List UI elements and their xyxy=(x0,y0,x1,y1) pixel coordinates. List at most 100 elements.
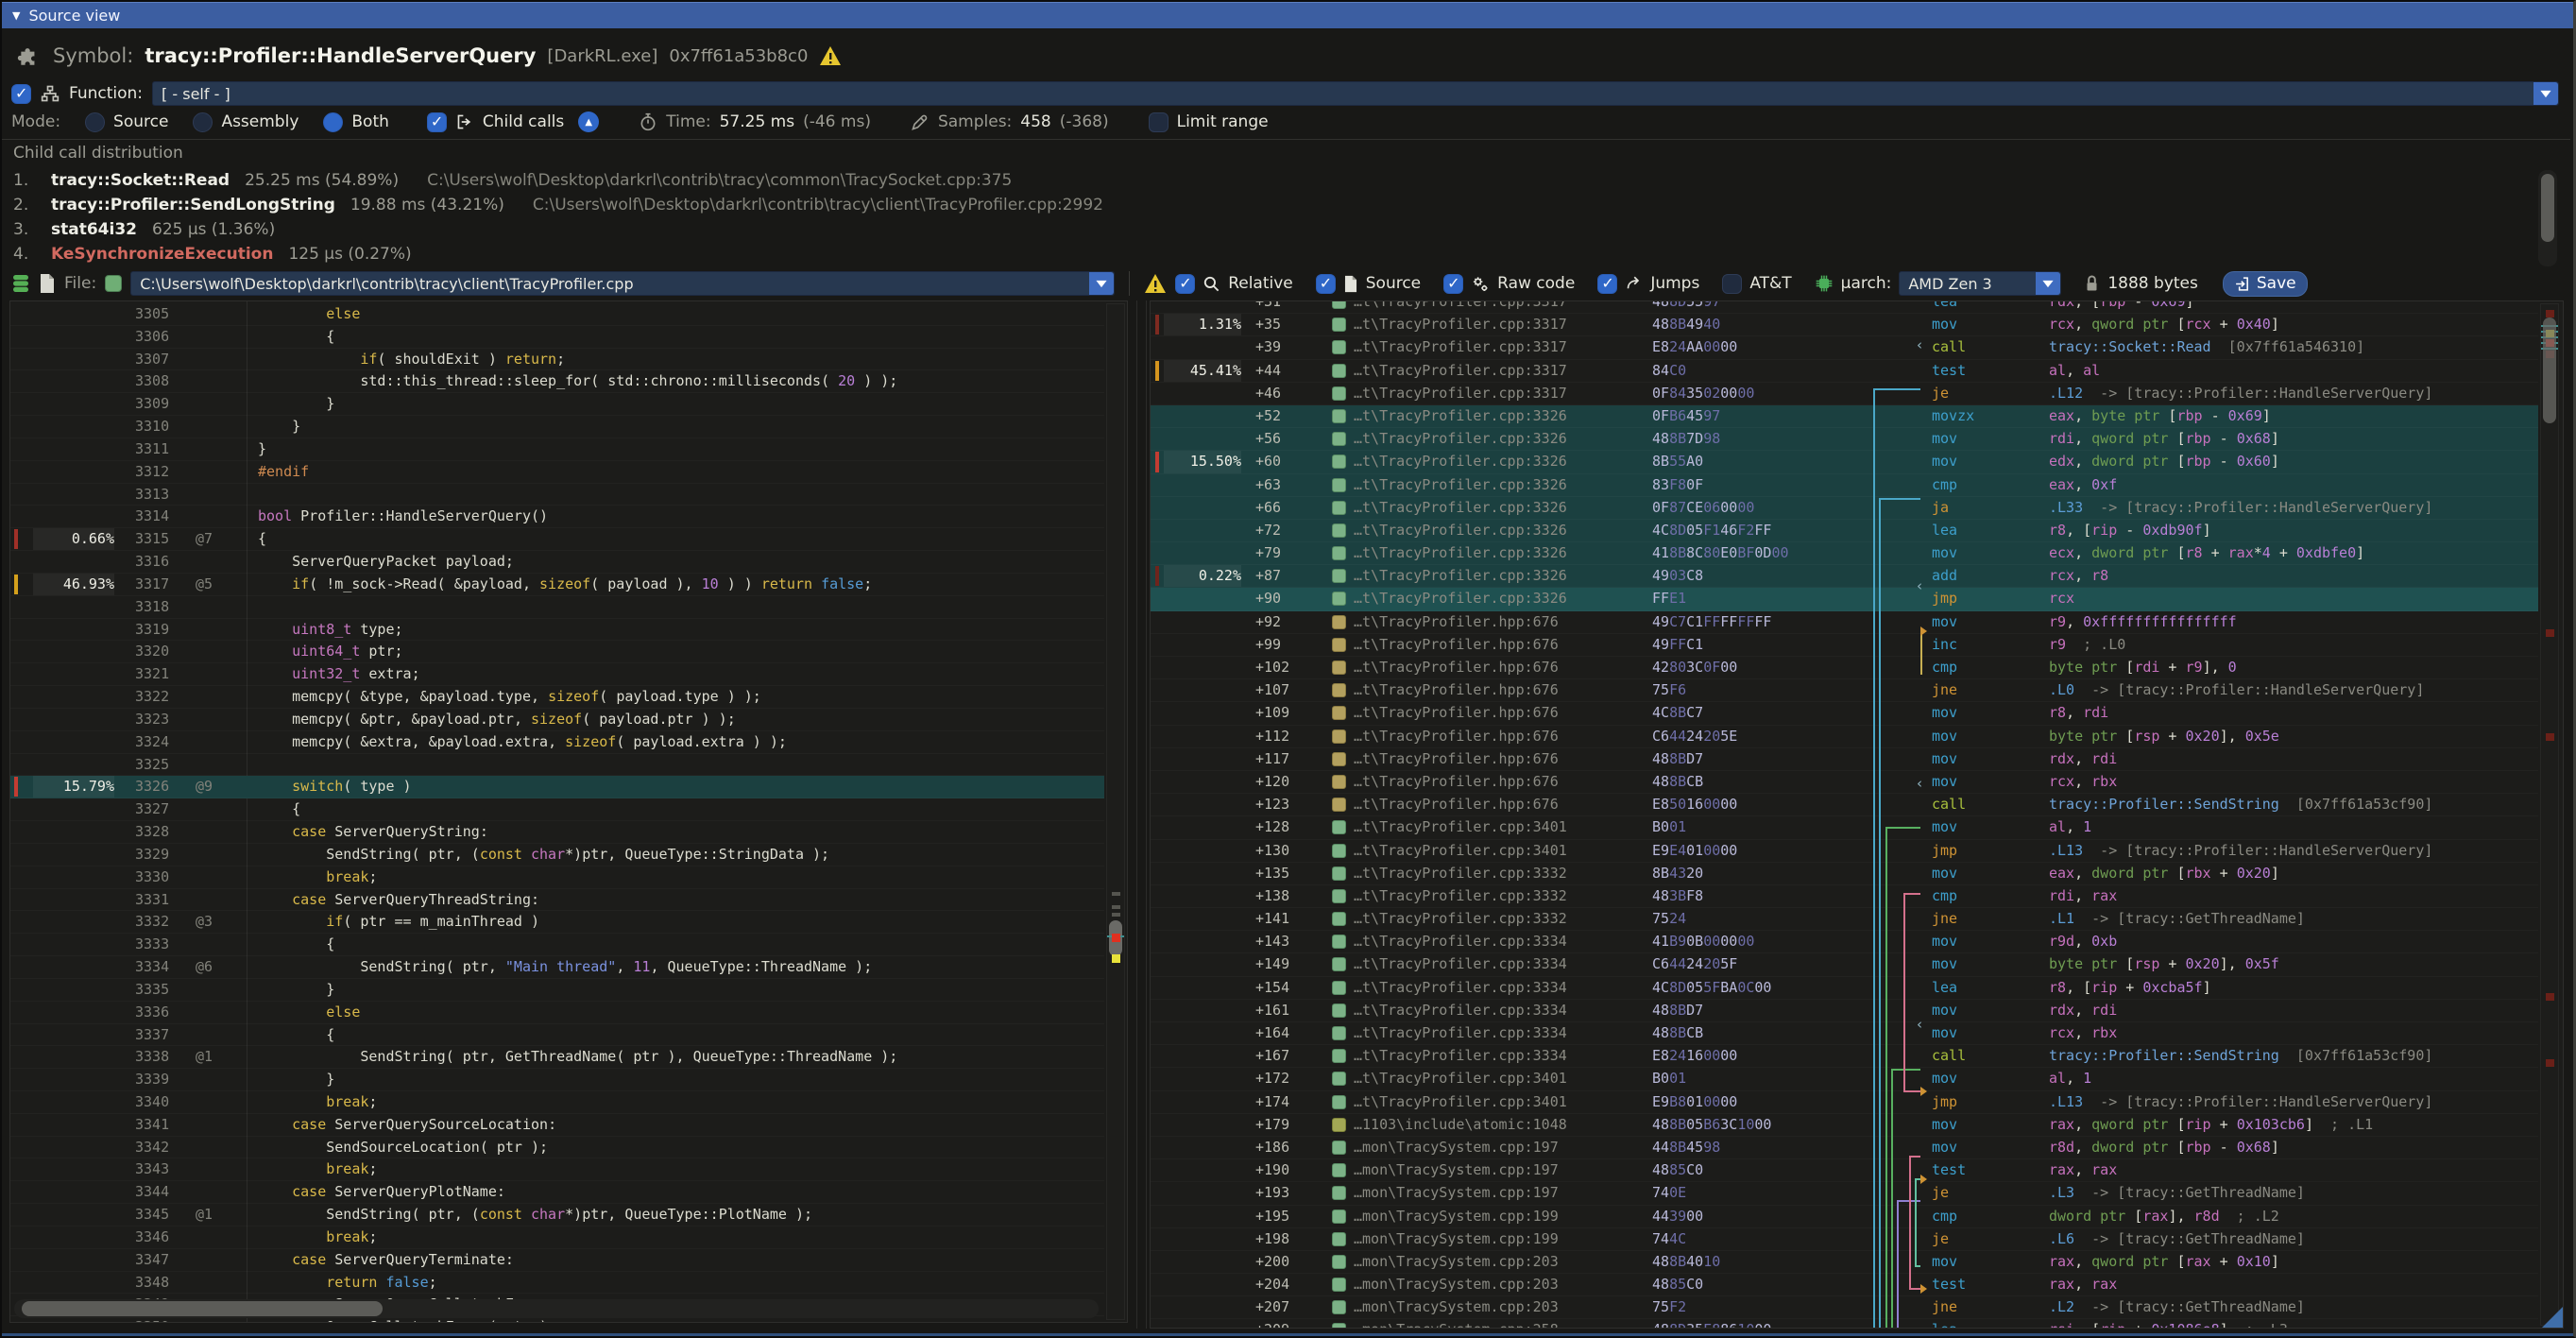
asm-row[interactable]: 15.50%+60…t\TracyProfiler.cpp:33268B55A0… xyxy=(1151,451,2538,473)
asm-row[interactable]: +174…t\TracyProfiler.cpp:3401E9B8010000j… xyxy=(1151,1091,2538,1114)
source-line-row[interactable]: 3343 break; xyxy=(10,1158,1104,1181)
asm-row[interactable]: +90…t\TracyProfiler.cpp:3326FFE1jmprcx xyxy=(1151,588,2538,610)
child-call-item[interactable]: 1.tracy::Socket::Read25.25 ms (54.89%)C:… xyxy=(13,168,2535,193)
child-calls-toggle[interactable]: Child calls ▲ xyxy=(427,112,599,132)
radio-icon[interactable] xyxy=(323,112,343,132)
jumps-toggle[interactable]: Jumps xyxy=(1597,274,1699,294)
source-line-row[interactable]: 3339 } xyxy=(10,1069,1104,1091)
splitter[interactable] xyxy=(1136,300,1137,1329)
source-hscrollbar[interactable] xyxy=(14,1299,1099,1318)
source-line-row[interactable]: 3344 case ServerQueryPlotName: xyxy=(10,1181,1104,1204)
chevron-down-icon[interactable] xyxy=(2036,272,2060,295)
source-line-row[interactable]: 3323 memcpy( &ptr, &payload.ptr, sizeof(… xyxy=(10,709,1104,731)
asm-row[interactable]: +167…t\TracyProfiler.cpp:3334E824160000c… xyxy=(1151,1045,2538,1068)
source-line-row[interactable]: 3347 case ServerQueryTerminate: xyxy=(10,1249,1104,1272)
asm-row[interactable]: +112…t\TracyProfiler.hpp:676C64424205Emo… xyxy=(1151,726,2538,748)
asm-row[interactable]: +204…mon\TracySystem.cpp:2034885C0testra… xyxy=(1151,1274,2538,1296)
collapse-caret-icon[interactable]: ▼ xyxy=(12,9,20,22)
radio-icon[interactable] xyxy=(85,112,105,132)
asm-row[interactable]: +161…t\TracyProfiler.cpp:3334488BD7movrd… xyxy=(1151,1000,2538,1022)
source-line-row[interactable]: 3334@6 SendString( ptr, "Main thread", 1… xyxy=(10,956,1104,979)
uarch-select[interactable]: AMD Zen 3 xyxy=(1899,271,2061,296)
warning-icon[interactable] xyxy=(1144,273,1167,294)
function-checkbox[interactable] xyxy=(11,84,31,104)
asm-row[interactable]: 0.22%+87…t\TracyProfiler.cpp:33264903C8a… xyxy=(1151,565,2538,588)
asm-row[interactable]: +190…mon\TracySystem.cpp:1974885C0testra… xyxy=(1151,1159,2538,1182)
scroll-thumb[interactable] xyxy=(2543,317,2556,423)
source-line-row[interactable]: 3331 case ServerQueryThreadString: xyxy=(10,889,1104,912)
source-line-row[interactable]: 3322 memcpy( &type, &payload.type, sizeo… xyxy=(10,686,1104,709)
asm-row[interactable]: 45.41%+44…t\TracyProfiler.cpp:331784C0te… xyxy=(1151,360,2538,383)
warning-icon[interactable] xyxy=(819,45,842,66)
asm-row[interactable]: +46…t\TracyProfiler.cpp:33170F8435020000… xyxy=(1151,383,2538,405)
source-line-row[interactable]: 3346 break; xyxy=(10,1226,1104,1249)
scroll-thumb[interactable] xyxy=(22,1301,383,1316)
source-line-row[interactable]: 3310 } xyxy=(10,416,1104,438)
child-call-item[interactable]: 3.stat64i32625 µs (1.36%) xyxy=(13,217,2535,242)
source-line-row[interactable]: 3328 case ServerQueryString: xyxy=(10,821,1104,844)
source-line-row[interactable]: 3314bool Profiler::HandleServerQuery() xyxy=(10,506,1104,528)
asm-row[interactable]: +130…t\TracyProfiler.cpp:3401E9E4010000j… xyxy=(1151,840,2538,863)
asm-row[interactable]: +207…mon\TracySystem.cpp:20375F2jne.L2 -… xyxy=(1151,1296,2538,1319)
asm-row[interactable]: +79…t\TracyProfiler.cpp:3326418B8C80E0BF… xyxy=(1151,542,2538,565)
source-line-row[interactable]: 3333 { xyxy=(10,934,1104,956)
asm-row[interactable]: +102…t\TracyProfiler.hpp:67642803C0F00cm… xyxy=(1151,657,2538,679)
asm-row[interactable]: +143…t\TracyProfiler.cpp:333441B90B00000… xyxy=(1151,931,2538,953)
asm-row[interactable]: +154…t\TracyProfiler.cpp:33344C8D055FBA0… xyxy=(1151,977,2538,1000)
source-line-row[interactable]: 3329 SendString( ptr, (const char*)ptr, … xyxy=(10,844,1104,866)
asm-row[interactable]: +172…t\TracyProfiler.cpp:3401B001moval, … xyxy=(1151,1068,2538,1090)
asm-row[interactable]: +186…mon\TracySystem.cpp:197448B4598movr… xyxy=(1151,1137,2538,1159)
asm-row[interactable]: +72…t\TracyProfiler.cpp:33264C8D05F146F2… xyxy=(1151,520,2538,542)
asm-row[interactable]: +99…t\TracyProfiler.hpp:67649FFC1incr9 ;… xyxy=(1151,634,2538,657)
source-line-row[interactable]: 3327 { xyxy=(10,798,1104,821)
titlebar[interactable]: ▼ Source view xyxy=(2,2,2573,28)
mode-radio-assembly[interactable]: Assembly xyxy=(193,112,299,132)
assembly-vscrollbar[interactable] xyxy=(2540,303,2559,1326)
asm-row[interactable]: +209…mon\TracySystem.cpp:258488D35E88610… xyxy=(1151,1319,2538,1329)
source-line-row[interactable]: 3324 memcpy( &extra, &payload.extra, siz… xyxy=(10,731,1104,754)
asm-row[interactable]: 1.31%+35…t\TracyProfiler.cpp:3317488B494… xyxy=(1151,314,2538,336)
asm-row[interactable]: +123…t\TracyProfiler.hpp:676E850160000ca… xyxy=(1151,794,2538,816)
asm-row[interactable]: +31…t\TracyProfiler.cpp:3317488D5597lear… xyxy=(1151,300,2538,314)
save-button[interactable]: Save xyxy=(2223,271,2308,297)
source-line-row[interactable]: 3335 } xyxy=(10,979,1104,1002)
collapse-up-button[interactable]: ▲ xyxy=(578,112,599,132)
asm-row[interactable]: +198…mon\TracySystem.cpp:199744Cje.L6 ->… xyxy=(1151,1228,2538,1251)
source-checkbox[interactable] xyxy=(1316,274,1336,294)
function-select[interactable]: [ - self - ] xyxy=(152,81,2559,106)
source-line-row[interactable]: 3313 xyxy=(10,484,1104,506)
source-line-row[interactable]: 3305 else xyxy=(10,303,1104,326)
child-calls-checkbox[interactable] xyxy=(427,112,447,132)
source-line-row[interactable]: 3330 break; xyxy=(10,866,1104,889)
source-line-row[interactable]: 3312#endif xyxy=(10,461,1104,484)
asm-row[interactable]: +117…t\TracyProfiler.hpp:676488BD7movrdx… xyxy=(1151,748,2538,771)
resize-grip[interactable] xyxy=(2542,1307,2563,1328)
source-line-row[interactable]: 3316 ServerQueryPacket payload; xyxy=(10,551,1104,574)
splitter[interactable] xyxy=(1146,300,1147,1329)
mode-radio-both[interactable]: Both xyxy=(323,112,389,132)
asm-row[interactable]: +66…t\TracyProfiler.cpp:33260F87CE060000… xyxy=(1151,497,2538,520)
source-line-row[interactable]: 3342 SendSourceLocation( ptr ); xyxy=(10,1137,1104,1159)
att-checkbox[interactable] xyxy=(1722,274,1742,294)
att-toggle[interactable]: AT&T xyxy=(1722,274,1791,294)
asm-row[interactable]: +120…t\TracyProfiler.hpp:676488BCBmovrcx… xyxy=(1151,771,2538,794)
asm-row[interactable]: +195…mon\TracySystem.cpp:199443900cmpdwo… xyxy=(1151,1206,2538,1228)
source-line-row[interactable]: 3319 uint8_t type; xyxy=(10,619,1104,642)
limit-range-toggle[interactable]: Limit range xyxy=(1149,112,1269,132)
asm-row[interactable]: +138…t\TracyProfiler.cpp:3332483BF8cmprd… xyxy=(1151,885,2538,908)
source-line-row[interactable]: 3307 if( shouldExit ) return; xyxy=(10,349,1104,371)
source-line-row[interactable]: 46.93%3317@5 if( !m_sock->Read( &payload… xyxy=(10,574,1104,596)
source-line-row[interactable]: 3318 xyxy=(10,596,1104,619)
source-line-row[interactable]: 3309 } xyxy=(10,393,1104,416)
jumps-checkbox[interactable] xyxy=(1597,274,1617,294)
asm-row[interactable]: +109…t\TracyProfiler.hpp:6764C8BC7movr8,… xyxy=(1151,702,2538,725)
source-line-row[interactable]: 3338@1 SendString( ptr, GetThreadName( p… xyxy=(10,1046,1104,1069)
relative-toggle[interactable]: Relative xyxy=(1175,274,1293,294)
mode-radio-source[interactable]: Source xyxy=(85,112,168,132)
asm-row[interactable]: +164…t\TracyProfiler.cpp:3334488BCBmovrc… xyxy=(1151,1022,2538,1045)
source-line-row[interactable]: 3321 uint32_t extra; xyxy=(10,663,1104,686)
asm-row[interactable]: +107…t\TracyProfiler.hpp:67675F6jne.L0 -… xyxy=(1151,679,2538,702)
asm-row[interactable]: +56…t\TracyProfiler.cpp:3326488B7D98movr… xyxy=(1151,428,2538,451)
raw-code-toggle[interactable]: Raw code xyxy=(1443,274,1575,294)
asm-row[interactable]: +179…1103\include\atomic:1048488B05B63C1… xyxy=(1151,1114,2538,1137)
